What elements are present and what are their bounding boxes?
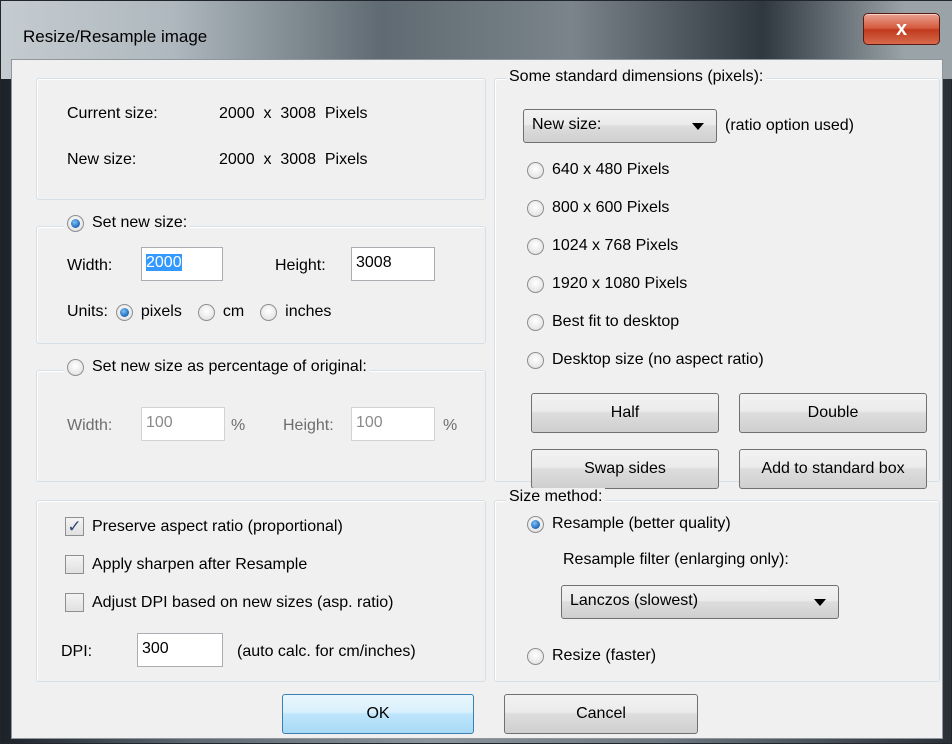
dpi-input[interactable]: 300 (137, 633, 223, 667)
size-method-group: Resample (better quality) Resample filte… (494, 500, 940, 682)
ok-button[interactable]: OK (282, 694, 474, 734)
unit-inches-label[interactable]: inches (285, 303, 331, 321)
unit-inches-radio[interactable] (260, 303, 278, 321)
resize-radio[interactable] (527, 647, 544, 665)
set-size-legend: Set new size: (64, 214, 191, 232)
std-option-best-fit[interactable]: Best fit to desktop (527, 313, 679, 331)
adjust-dpi-label[interactable]: Adjust DPI based on new sizes (asp. rati… (92, 594, 393, 612)
std-option-800[interactable]: 800 x 600 Pixels (527, 199, 669, 217)
size-method-legend: Size method: (506, 488, 606, 506)
dpi-note: (auto calc. for cm/inches) (237, 643, 416, 660)
size-width-row: Width: (67, 257, 112, 275)
chevron-down-icon (692, 123, 704, 130)
standard-dimensions-group: New size: (ratio option used) 640 x 480 … (494, 78, 940, 489)
resize-option[interactable]: Resize (faster) (527, 647, 656, 665)
dpi-label: DPI: (61, 643, 93, 660)
pct-width-label: Width: (67, 417, 113, 434)
dialog-client-area: Current size: 2000 x 3008 Pixels New siz… (11, 59, 943, 739)
filter-label: Resample filter (enlarging only): (563, 551, 789, 568)
dropdown-note: (ratio option used) (725, 117, 854, 134)
sharpen-label[interactable]: Apply sharpen after Resample (92, 556, 307, 574)
set-size-radio[interactable] (67, 214, 84, 232)
unit-cm-label[interactable]: cm (223, 303, 244, 321)
new-size-label: New size: (67, 151, 137, 168)
preserve-aspect-label[interactable]: Preserve aspect ratio (proportional) (92, 518, 343, 536)
std-1024-radio[interactable] (527, 237, 544, 255)
size-height-input[interactable]: 3008 (351, 247, 435, 281)
std-option-1920[interactable]: 1920 x 1080 Pixels (527, 275, 687, 293)
size-width-input[interactable]: 2000 (141, 247, 223, 281)
preserve-aspect-checkbox[interactable]: ✓ (65, 517, 84, 536)
std-desktop-radio[interactable] (527, 351, 544, 369)
add-to-standard-button[interactable]: Add to standard box (739, 449, 927, 489)
preserve-aspect-row[interactable]: ✓ Preserve aspect ratio (proportional) (65, 517, 343, 536)
dialog-window: Resize/Resample image x Current size: 20… (0, 0, 952, 744)
std-option-1024[interactable]: 1024 x 768 Pixels (527, 237, 678, 255)
double-button[interactable]: Double (739, 393, 927, 433)
resample-filter-dropdown[interactable]: Lanczos (slowest) (561, 585, 839, 619)
percentage-radio[interactable] (67, 358, 84, 376)
percentage-legend: Set new size as percentage of original: (64, 358, 370, 376)
unit-pixels-label[interactable]: pixels (141, 303, 182, 321)
units-row: Units: pixels cm inches (67, 303, 331, 321)
options-group: ✓ Preserve aspect ratio (proportional) A… (36, 500, 486, 682)
sharpen-checkbox[interactable] (65, 555, 84, 574)
pct-width-unit: % (231, 417, 246, 434)
current-size-label: Current size: (67, 105, 158, 122)
resample-option[interactable]: Resample (better quality) (527, 515, 731, 533)
current-size-value: 2000 x 3008 Pixels (219, 105, 368, 122)
pct-height-input[interactable]: 100 (351, 407, 435, 441)
std-option-640[interactable]: 640 x 480 Pixels (527, 161, 669, 179)
std-best-fit-radio[interactable] (527, 313, 544, 331)
new-size-value: 2000 x 3008 Pixels (219, 151, 368, 168)
standard-size-dropdown[interactable]: New size: (523, 109, 717, 143)
size-height-label: Height: (275, 257, 326, 274)
cancel-button[interactable]: Cancel (504, 694, 698, 734)
swap-sides-button[interactable]: Swap sides (531, 449, 719, 489)
half-button[interactable]: Half (531, 393, 719, 433)
adjust-dpi-checkbox[interactable] (65, 593, 84, 612)
pct-width-input[interactable]: 100 (141, 407, 225, 441)
std-1920-radio[interactable] (527, 275, 544, 293)
unit-pixels-radio[interactable] (115, 303, 133, 321)
sharpen-row[interactable]: Apply sharpen after Resample (65, 555, 307, 574)
current-size-group: Current size: 2000 x 3008 Pixels New siz… (36, 78, 486, 200)
resample-radio[interactable] (527, 515, 544, 533)
pct-height-unit: % (443, 417, 458, 434)
set-size-group: Width: 2000 Height: 3008 Units: pixels c… (36, 226, 486, 344)
size-width-label: Width: (67, 257, 113, 274)
close-button[interactable]: x (863, 13, 940, 45)
adjust-dpi-row[interactable]: Adjust DPI based on new sizes (asp. rati… (65, 593, 393, 612)
pct-height-label: Height: (283, 417, 334, 434)
std-option-desktop[interactable]: Desktop size (no aspect ratio) (527, 351, 764, 369)
unit-cm-radio[interactable] (197, 303, 215, 321)
standard-dimensions-legend: Some standard dimensions (pixels): (506, 68, 767, 86)
set-size-label[interactable]: Set new size: (92, 214, 187, 232)
units-label: Units: (67, 303, 108, 320)
window-title: Resize/Resample image (23, 27, 208, 46)
percentage-group: Width: 100 % Height: 100 % (36, 370, 486, 482)
chevron-down-icon (814, 599, 826, 606)
std-800-radio[interactable] (527, 199, 544, 217)
std-640-radio[interactable] (527, 161, 544, 179)
percentage-label[interactable]: Set new size as percentage of original: (92, 358, 367, 376)
